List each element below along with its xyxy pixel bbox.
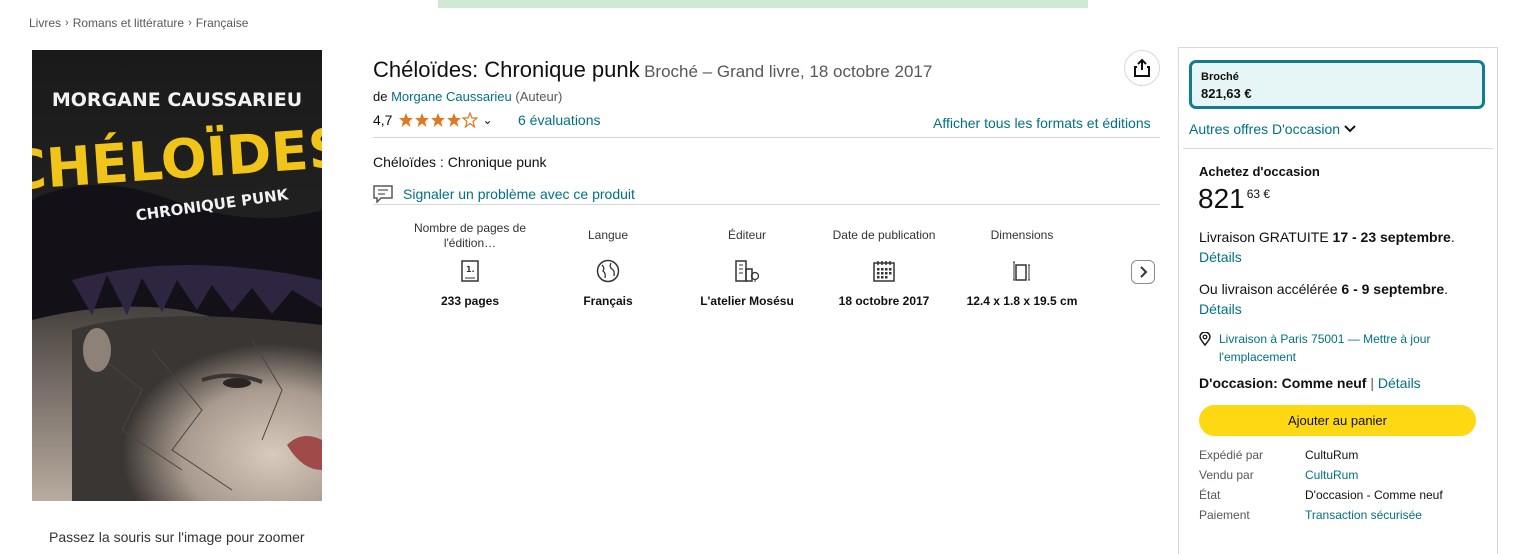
format-tile-broche[interactable]: Broché 821,63 € xyxy=(1189,60,1485,109)
info-key: Paiement xyxy=(1199,508,1250,522)
all-formats-link[interactable]: Afficher tous les formats et éditions xyxy=(933,115,1151,131)
rating-row[interactable]: 4,7 ⌄ xyxy=(373,112,493,128)
breadcrumb-item-romans[interactable]: Romans et littérature xyxy=(73,16,184,30)
divider xyxy=(373,204,1160,205)
detail-label: Dimensions xyxy=(990,228,1054,242)
breadcrumb-item-livres[interactable]: Livres xyxy=(29,16,61,30)
info-value: D'occasion - Comme neuf xyxy=(1305,488,1443,502)
secure-transaction-link[interactable]: Transaction sécurisée xyxy=(1305,508,1489,522)
detail-label: Nombre de pages de l'édition… xyxy=(413,220,527,250)
byline: de Morgane Caussarieu (Auteur) xyxy=(373,89,562,104)
report-problem-link[interactable]: Signaler un problème avec ce produit xyxy=(403,186,635,202)
detail-dimensions: Dimensions 12.4 x 1.8 x 19.5 cm xyxy=(957,219,1087,309)
byline-prefix: de xyxy=(373,89,388,104)
detail-value: L'atelier Mosésu xyxy=(700,294,794,308)
breadcrumb-item-francaise[interactable]: Française xyxy=(196,16,249,30)
delivery-location[interactable]: Livraison à Paris 75001 — Mettre à jour … xyxy=(1199,330,1484,366)
star-rating-icon xyxy=(398,112,479,128)
detail-value: 12.4 x 1.8 x 19.5 cm xyxy=(966,294,1078,308)
info-key: Vendu par xyxy=(1199,468,1254,482)
chevron-right-icon: › xyxy=(188,17,192,29)
author-link[interactable]: Morgane Caussarieu xyxy=(391,89,512,104)
delivery-fast: Ou livraison accélérée 6 - 9 septembre. … xyxy=(1199,279,1484,319)
book-cover-image[interactable]: MORGANE CAUSSARIEU CHÉLOÏDES CHRONIQUE P… xyxy=(32,50,322,501)
carousel-next-button[interactable] xyxy=(1131,260,1155,284)
detail-value: 233 pages xyxy=(440,294,500,308)
delivery-free-label: Livraison GRATUITE xyxy=(1199,229,1333,245)
delivery-free-date: 17 - 23 septembre xyxy=(1332,229,1451,245)
delivery-free: Livraison GRATUITE 17 - 23 septembre. Dé… xyxy=(1199,227,1484,267)
svg-text:1.: 1. xyxy=(466,265,475,274)
other-offers-dropdown[interactable]: Autres offres D'occasion xyxy=(1189,121,1356,137)
chevron-right-icon xyxy=(1140,266,1148,278)
price-whole: 821 xyxy=(1198,183,1245,214)
ruler-icon xyxy=(1013,261,1030,281)
share-button[interactable] xyxy=(1124,50,1160,86)
delivery-free-suffix: . xyxy=(1450,229,1455,245)
detail-label: Date de publication xyxy=(832,228,936,242)
building-icon xyxy=(735,260,760,282)
detail-pages: Nombre de pages de l'édition… 1. 233 pag… xyxy=(405,219,535,309)
info-row-sold-by: Vendu par CultuRum xyxy=(1199,468,1489,482)
zoom-hint: Passez la souris sur l'image pour zoomer xyxy=(49,529,305,545)
divider xyxy=(1183,148,1493,149)
report-problem-row[interactable]: Signaler un problème avec ce produit xyxy=(373,185,635,203)
globe-icon xyxy=(596,259,620,283)
info-key: État xyxy=(1199,488,1221,502)
divider xyxy=(373,137,1160,138)
add-to-cart-button[interactable]: Ajouter au panier xyxy=(1199,405,1476,436)
reviews-link[interactable]: 6 évaluations xyxy=(518,112,601,128)
delivery-fast-suffix: . xyxy=(1444,281,1449,297)
delivery-details-link[interactable]: Détails xyxy=(1199,249,1242,265)
buy-used-title: Achetez d'occasion xyxy=(1199,164,1320,179)
price-fraction: 63 € xyxy=(1246,187,1271,201)
chevron-down-icon[interactable]: ⌄ xyxy=(482,113,492,127)
delivery-fast-details-link[interactable]: Détails xyxy=(1199,301,1242,317)
location-link[interactable]: Livraison à Paris 75001 — Mettre à jour … xyxy=(1219,330,1484,366)
calendar-icon xyxy=(873,261,895,282)
breadcrumb: Livres › Romans et littérature › Françai… xyxy=(29,16,248,30)
product-title: Chéloïdes: Chronique punk xyxy=(373,57,640,82)
info-row-payment: Paiement Transaction sécurisée xyxy=(1199,508,1489,522)
info-key: Expédié par xyxy=(1199,448,1264,462)
other-offers-label: Autres offres D'occasion xyxy=(1189,121,1341,137)
detail-publisher: Éditeur L'atelier Mosésu xyxy=(682,219,812,309)
condition-separator: | xyxy=(1366,375,1378,391)
info-row-shipped-by: Expédié par CultuRum xyxy=(1199,448,1489,462)
format-name: Broché xyxy=(1201,71,1239,83)
condition-details-link[interactable]: Détails xyxy=(1378,375,1421,391)
delivery-fast-label: Ou livraison accélérée xyxy=(1199,281,1342,297)
detail-label: Éditeur xyxy=(727,228,767,242)
product-format-subtitle: Broché – Grand livre, 18 octobre 2017 xyxy=(644,62,933,81)
product-description: Chéloïdes : Chronique punk xyxy=(373,154,547,170)
seller-link[interactable]: CultuRum xyxy=(1305,468,1489,482)
chevron-right-icon: › xyxy=(65,17,69,29)
product-title-row: Chéloïdes: Chronique punk Broché – Grand… xyxy=(373,56,1103,87)
detail-value: Français xyxy=(583,294,633,308)
price: 821 63 € xyxy=(1198,183,1270,215)
detail-value: 18 octobre 2017 xyxy=(838,294,930,308)
detail-language: Langue Français xyxy=(543,219,673,309)
detail-publication-date: Date de publication 18 octobre 2017 xyxy=(819,219,949,309)
info-value: CultuRum xyxy=(1305,448,1359,462)
share-icon xyxy=(1134,58,1150,77)
format-price: 821,63 € xyxy=(1201,86,1252,101)
delivery-fast-date: 6 - 9 septembre xyxy=(1341,281,1445,297)
info-row-condition: État D'occasion - Comme neuf xyxy=(1199,488,1489,502)
book-pages-icon: 1. xyxy=(461,260,479,282)
author-role: (Auteur) xyxy=(515,89,563,104)
cover-author-text: MORGANE CAUSSARIEU xyxy=(52,89,302,111)
detail-label: Langue xyxy=(587,228,629,242)
rating-value: 4,7 xyxy=(373,112,393,128)
condition-label: D'occasion: Comme neuf xyxy=(1199,375,1367,391)
chevron-down-icon xyxy=(1344,125,1356,133)
report-comment-icon xyxy=(373,185,393,203)
location-pin-icon xyxy=(1199,332,1211,346)
condition-row: D'occasion: Comme neuf | Détails xyxy=(1199,375,1421,391)
notification-strip xyxy=(438,0,1088,8)
